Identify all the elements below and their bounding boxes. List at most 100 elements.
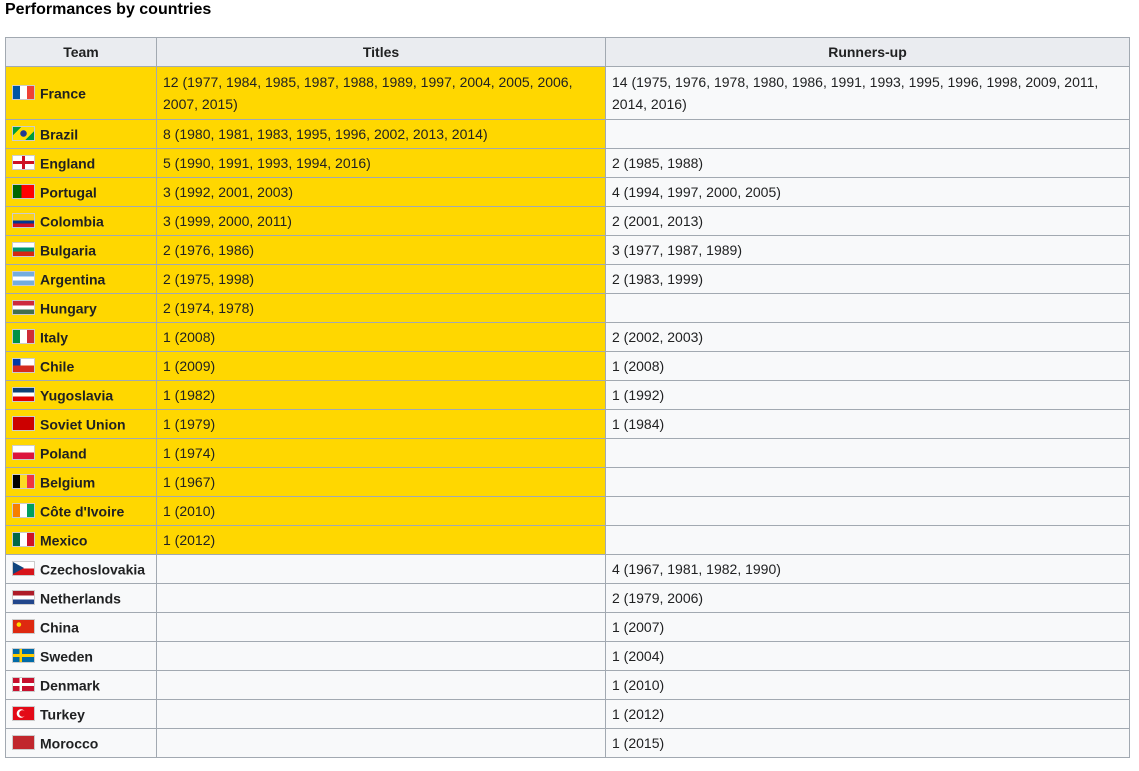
team-name-link[interactable]: Czechoslovakia xyxy=(40,562,145,578)
yugoslavia-flag-icon[interactable] xyxy=(12,387,35,403)
bulgaria-flag-icon[interactable] xyxy=(12,242,35,258)
runners-up-cell xyxy=(605,496,1130,526)
runners-up-cell xyxy=(605,525,1130,555)
team-cell: Denmark xyxy=(5,670,157,700)
titles-cell: 1 (2009) xyxy=(156,351,606,381)
table-row: Yugoslavia 1 (1982) 1 (1992) xyxy=(5,380,1130,410)
denmark-flag-icon[interactable] xyxy=(12,677,35,693)
team-name-link[interactable]: Denmark xyxy=(40,678,100,694)
czechoslovakia-flag-icon[interactable] xyxy=(12,561,35,577)
netherlands-flag-icon[interactable] xyxy=(12,590,35,606)
runners-up-cell: 4 (1994, 1997, 2000, 2005) xyxy=(605,177,1130,207)
team-name-link[interactable]: Argentina xyxy=(40,272,105,288)
team-name-link[interactable]: Mexico xyxy=(40,533,87,549)
team-cell: Poland xyxy=(5,438,157,468)
titles-cell: 8 (1980, 1981, 1983, 1995, 1996, 2002, 2… xyxy=(156,119,606,149)
colombia-flag-icon[interactable] xyxy=(12,213,35,229)
runners-up-cell xyxy=(605,119,1130,149)
team-name-link[interactable]: Hungary xyxy=(40,301,97,317)
team-name-link[interactable]: England xyxy=(40,156,95,172)
team-name-link[interactable]: Portugal xyxy=(40,185,97,201)
titles-cell xyxy=(156,554,606,584)
team-name-link[interactable]: Bulgaria xyxy=(40,243,96,259)
team-cell: Bulgaria xyxy=(5,235,157,265)
team-cell: Côte d'Ivoire xyxy=(5,496,157,526)
france-flag-icon[interactable] xyxy=(12,85,35,101)
column-header-titles[interactable]: Titles xyxy=(156,37,606,67)
team-name-link[interactable]: France xyxy=(40,86,86,102)
china-flag-icon[interactable] xyxy=(12,619,35,635)
team-name-link[interactable]: Turkey xyxy=(40,707,85,723)
england-flag-icon[interactable] xyxy=(12,155,35,171)
titles-cell xyxy=(156,699,606,729)
table-row: Italy 1 (2008) 2 (2002, 2003) xyxy=(5,322,1130,352)
team-name-link[interactable]: Chile xyxy=(40,359,74,375)
team-cell: Colombia xyxy=(5,206,157,236)
team-cell: Portugal xyxy=(5,177,157,207)
table-row: China 1 (2007) xyxy=(5,612,1130,642)
team-cell: France xyxy=(5,66,157,120)
team-name-link[interactable]: Sweden xyxy=(40,649,93,665)
titles-cell xyxy=(156,641,606,671)
team-cell: Mexico xyxy=(5,525,157,555)
team-name-link[interactable]: China xyxy=(40,620,79,636)
column-header-team[interactable]: Team xyxy=(5,37,157,67)
team-name-link[interactable]: Belgium xyxy=(40,475,95,491)
team-name-link[interactable]: Yugoslavia xyxy=(40,388,113,404)
team-name-link[interactable]: Italy xyxy=(40,330,68,346)
team-cell: Brazil xyxy=(5,119,157,149)
team-name-link[interactable]: Netherlands xyxy=(40,591,121,607)
table-row: England 5 (1990, 1991, 1993, 1994, 2016) 2… xyxy=(5,148,1130,178)
team-cell: Belgium xyxy=(5,467,157,497)
column-header-runners-up[interactable]: Runners-up xyxy=(605,37,1130,67)
sweden-flag-icon[interactable] xyxy=(12,648,35,664)
chile-flag-icon[interactable] xyxy=(12,358,35,374)
titles-cell xyxy=(156,612,606,642)
table-row: Bulgaria 2 (1976, 1986) 3 (1977, 1987, 198… xyxy=(5,235,1130,265)
table-row: France 12 (1977, 1984, 1985, 1987, 1988, … xyxy=(5,66,1130,120)
section-heading: Performances by countries xyxy=(5,1,212,18)
team-name-link[interactable]: Poland xyxy=(40,446,87,462)
runners-up-cell: 1 (2012) xyxy=(605,699,1130,729)
runners-up-cell xyxy=(605,467,1130,497)
titles-cell: 1 (1974) xyxy=(156,438,606,468)
runners-up-cell: 1 (2015) xyxy=(605,728,1130,758)
table-row: Soviet Union 1 (1979) 1 (1984) xyxy=(5,409,1130,439)
table-row: Belgium 1 (1967) xyxy=(5,467,1130,497)
italy-flag-icon[interactable] xyxy=(12,329,35,345)
cote-divoire-flag-icon[interactable] xyxy=(12,503,35,519)
brazil-flag-icon[interactable] xyxy=(12,126,35,142)
runners-up-cell: 2 (2002, 2003) xyxy=(605,322,1130,352)
runners-up-cell: 4 (1967, 1981, 1982, 1990) xyxy=(605,554,1130,584)
titles-cell: 1 (1982) xyxy=(156,380,606,410)
titles-cell: 2 (1974, 1978) xyxy=(156,293,606,323)
team-cell: Hungary xyxy=(5,293,157,323)
mexico-flag-icon[interactable] xyxy=(12,532,35,548)
table-row: Brazil 8 (1980, 1981, 1983, 1995, 1996, 2… xyxy=(5,119,1130,149)
runners-up-cell xyxy=(605,293,1130,323)
belgium-flag-icon[interactable] xyxy=(12,474,35,490)
titles-cell xyxy=(156,583,606,613)
team-name-link[interactable]: Morocco xyxy=(40,736,98,752)
runners-up-cell: 1 (2007) xyxy=(605,612,1130,642)
table-row: Netherlands 2 (1979, 2006) xyxy=(5,583,1130,613)
table-row: Czechoslovakia 4 (1967, 1981, 1982, 1990) xyxy=(5,554,1130,584)
table-row: Poland 1 (1974) xyxy=(5,438,1130,468)
runners-up-cell: 2 (1979, 2006) xyxy=(605,583,1130,613)
argentina-flag-icon[interactable] xyxy=(12,271,35,287)
team-cell: Czechoslovakia xyxy=(5,554,157,584)
team-name-link[interactable]: Brazil xyxy=(40,127,78,143)
turkey-flag-icon[interactable] xyxy=(12,706,35,722)
team-name-link[interactable]: Côte d'Ivoire xyxy=(40,504,124,520)
soviet-union-flag-icon[interactable] xyxy=(12,416,35,432)
titles-cell: 1 (2010) xyxy=(156,496,606,526)
morocco-flag-icon[interactable] xyxy=(12,735,35,751)
runners-up-cell: 2 (1985, 1988) xyxy=(605,148,1130,178)
table-row: Portugal 3 (1992, 2001, 2003) 4 (1994, 199… xyxy=(5,177,1130,207)
portugal-flag-icon[interactable] xyxy=(12,184,35,200)
poland-flag-icon[interactable] xyxy=(12,445,35,461)
hungary-flag-icon[interactable] xyxy=(12,300,35,316)
runners-up-cell: 2 (1983, 1999) xyxy=(605,264,1130,294)
team-name-link[interactable]: Colombia xyxy=(40,214,104,230)
team-name-link[interactable]: Soviet Union xyxy=(40,417,126,433)
